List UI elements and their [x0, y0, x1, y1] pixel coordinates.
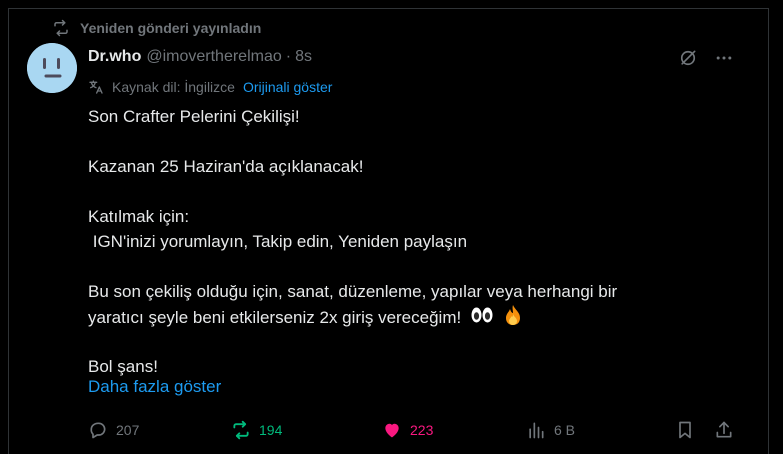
repost-count: 194 — [259, 422, 283, 438]
bookmark-icon — [679, 421, 691, 439]
repost-icon — [54, 19, 68, 37]
show-original-link[interactable]: Orijinali göster — [243, 79, 332, 95]
post-line: Bol şans! — [88, 357, 158, 376]
post-line: Bu son çekiliş olduğu için, sanat, düzen… — [88, 282, 618, 301]
post-line-text: yaratıcı şeyle beni etkilerseniz 2x giri… — [88, 307, 462, 327]
separator-dot: · — [285, 48, 292, 65]
reply-icon — [90, 422, 106, 439]
post-line-with-emoji: yaratıcı şeyle beni etkilerseniz 2x giri… — [88, 304, 648, 329]
show-more-link[interactable]: Daha fazla göster — [88, 377, 221, 397]
more-options-icon[interactable] — [714, 48, 734, 68]
bookmark-button[interactable] — [675, 418, 695, 442]
translate-icon — [89, 80, 103, 94]
repost-button[interactable]: 194 — [231, 418, 282, 442]
fire-emoji — [503, 304, 523, 333]
post-line — [88, 179, 648, 204]
views-button[interactable]: 6 B — [526, 418, 575, 442]
views-icon — [529, 422, 544, 439]
header-actions — [678, 46, 734, 70]
post-line — [88, 329, 648, 354]
share-button[interactable] — [714, 418, 734, 442]
author-handle[interactable]: @imovertherelmao — [146, 48, 281, 66]
post-line: IGN'inizi yorumlayın, Takip edin, Yenide… — [88, 232, 468, 251]
eyes-emoji — [470, 306, 494, 331]
post-time[interactable]: 8s — [295, 48, 312, 66]
source-language-label: Kaynak dil: İngilizce — [112, 79, 235, 95]
like-button[interactable]: 223 — [382, 418, 433, 442]
post-body[interactable]: Son Crafter Pelerini Çekilişi! Kazanan 2… — [88, 104, 648, 379]
post-header: Dr.who @imovertherelmao · 8s — [88, 45, 312, 69]
heart-icon — [385, 423, 399, 438]
post-line: Kazanan 25 Haziran'da açıklanacak! — [88, 157, 364, 176]
avatar-face-icon — [27, 43, 77, 93]
post-line — [88, 129, 648, 154]
grok-icon[interactable] — [678, 48, 698, 68]
scroll-gutter — [769, 0, 783, 454]
repost-icon — [233, 420, 249, 440]
top-strip — [0, 0, 783, 8]
reply-button[interactable]: 207 — [88, 418, 139, 442]
share-icon — [716, 421, 732, 438]
repost-notice-text[interactable]: Yeniden gönderi yayınladın — [80, 20, 261, 36]
post-line: Son Crafter Pelerini Çekilişi! — [88, 107, 300, 126]
action-bar: 207 194 223 6 B — [88, 418, 748, 442]
post-line — [88, 254, 648, 279]
avatar[interactable] — [27, 43, 77, 93]
post-line: Katılmak için: — [88, 207, 190, 226]
author-name[interactable]: Dr.who — [88, 48, 141, 66]
repost-notice: Yeniden gönderi yayınladın — [52, 18, 261, 38]
translation-row: Kaynak dil: İngilizce Orijinali göster — [88, 77, 332, 97]
page: Yeniden gönderi yayınladın Dr.who @imove… — [0, 0, 783, 454]
like-count: 223 — [410, 422, 434, 438]
views-count: 6 B — [554, 422, 576, 438]
reply-count: 207 — [116, 422, 140, 438]
